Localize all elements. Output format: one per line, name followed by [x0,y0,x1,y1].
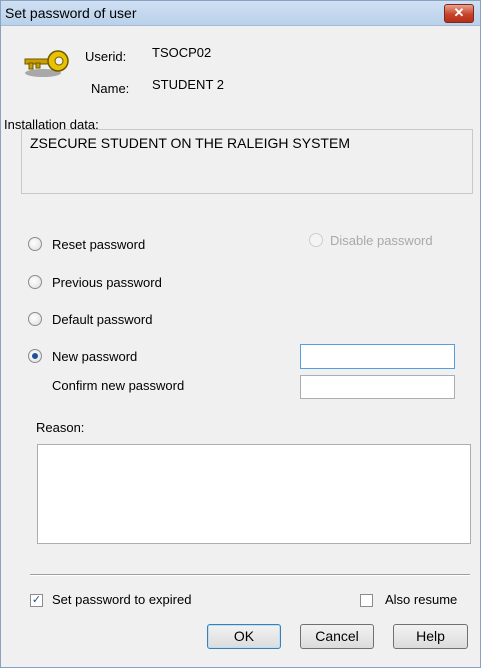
radio-label: Default password [52,312,153,327]
key-icon [24,50,69,77]
close-icon: ✕ [453,5,465,20]
userid-label: Userid: [85,49,127,64]
radio-button[interactable] [309,233,323,247]
name-label: Name: [91,81,130,96]
checkbox[interactable]: ✓ [30,594,43,607]
checkbox-label: Also resume [385,592,458,607]
window-title: Set password of user [5,5,137,21]
userid-value: TSOCP02 [152,45,212,60]
help-button[interactable]: Help [393,624,468,649]
confirm-password-label: Confirm new password [52,378,185,393]
radio-button[interactable] [28,349,42,363]
radio-button[interactable] [28,237,42,251]
new-password-input[interactable] [300,344,455,369]
reason-textarea[interactable] [37,444,471,544]
radio-label: New password [52,349,138,364]
radio-label: Reset password [52,237,146,252]
title-bar[interactable]: Set password of user ✕ [1,1,480,26]
dialog-window: Set password of user ✕ Userid: TSOCP02 N… [0,0,481,668]
reason-label: Reason: [36,420,85,435]
radio-label: Disable password [330,233,433,248]
installation-data-value: ZSECURE STUDENT ON THE RALEIGH SYSTEM [30,135,350,151]
checkbox-label: Set password to expired [52,592,192,607]
separator [30,574,470,576]
name-value: STUDENT 2 [152,77,224,92]
checkbox[interactable] [360,594,373,607]
radio-label: Previous password [52,275,162,290]
cancel-button[interactable]: Cancel [300,624,374,649]
radio-button[interactable] [28,312,42,326]
installation-data-field: ZSECURE STUDENT ON THE RALEIGH SYSTEM [21,129,473,194]
ok-button[interactable]: OK [207,624,281,649]
confirm-password-input[interactable] [300,375,455,399]
radio-button[interactable] [28,275,42,289]
close-button[interactable]: ✕ [444,4,474,23]
